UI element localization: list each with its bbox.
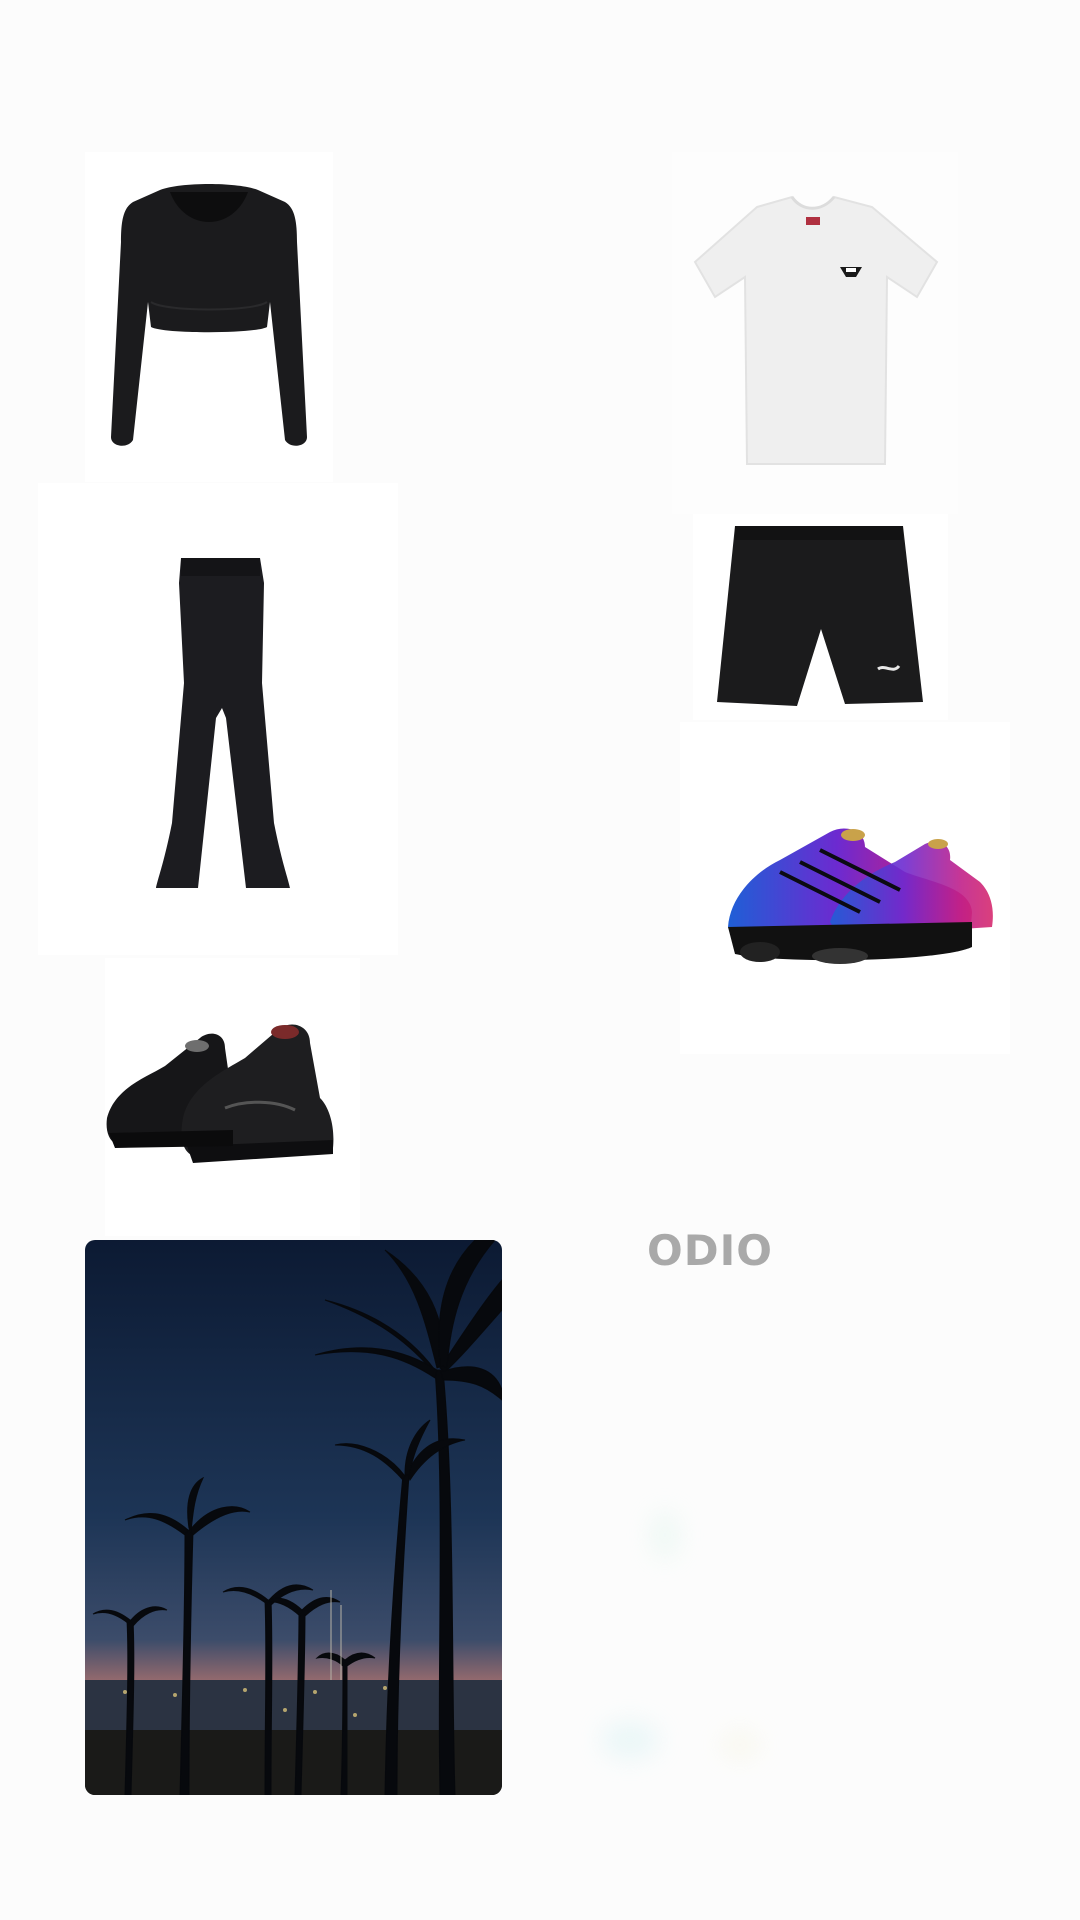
tshirt-icon <box>693 195 939 465</box>
light-glow <box>600 1720 660 1760</box>
black-shorts-image[interactable] <box>693 514 948 720</box>
black-flare-pants-image[interactable] <box>38 483 398 955</box>
photo-icon <box>85 1240 502 1795</box>
black-crop-top-image[interactable] <box>85 152 333 482</box>
moodboard-caption: ODIO <box>647 1226 773 1275</box>
light-glow <box>720 1730 760 1760</box>
iridescent-sneakers-image[interactable] <box>680 722 1010 1054</box>
light-glow <box>650 1510 680 1560</box>
night-palm-photo[interactable] <box>85 1240 502 1795</box>
sneakers-icon <box>728 828 993 964</box>
flare-pants-icon <box>156 558 290 888</box>
black-sneakers-image[interactable] <box>105 958 360 1236</box>
shorts-icon <box>717 526 923 706</box>
white-tshirt-image[interactable] <box>672 152 958 514</box>
crop-top-icon <box>111 184 307 446</box>
sneakers-icon <box>106 1024 334 1163</box>
moodboard-canvas: ODIO <box>0 0 1080 1920</box>
